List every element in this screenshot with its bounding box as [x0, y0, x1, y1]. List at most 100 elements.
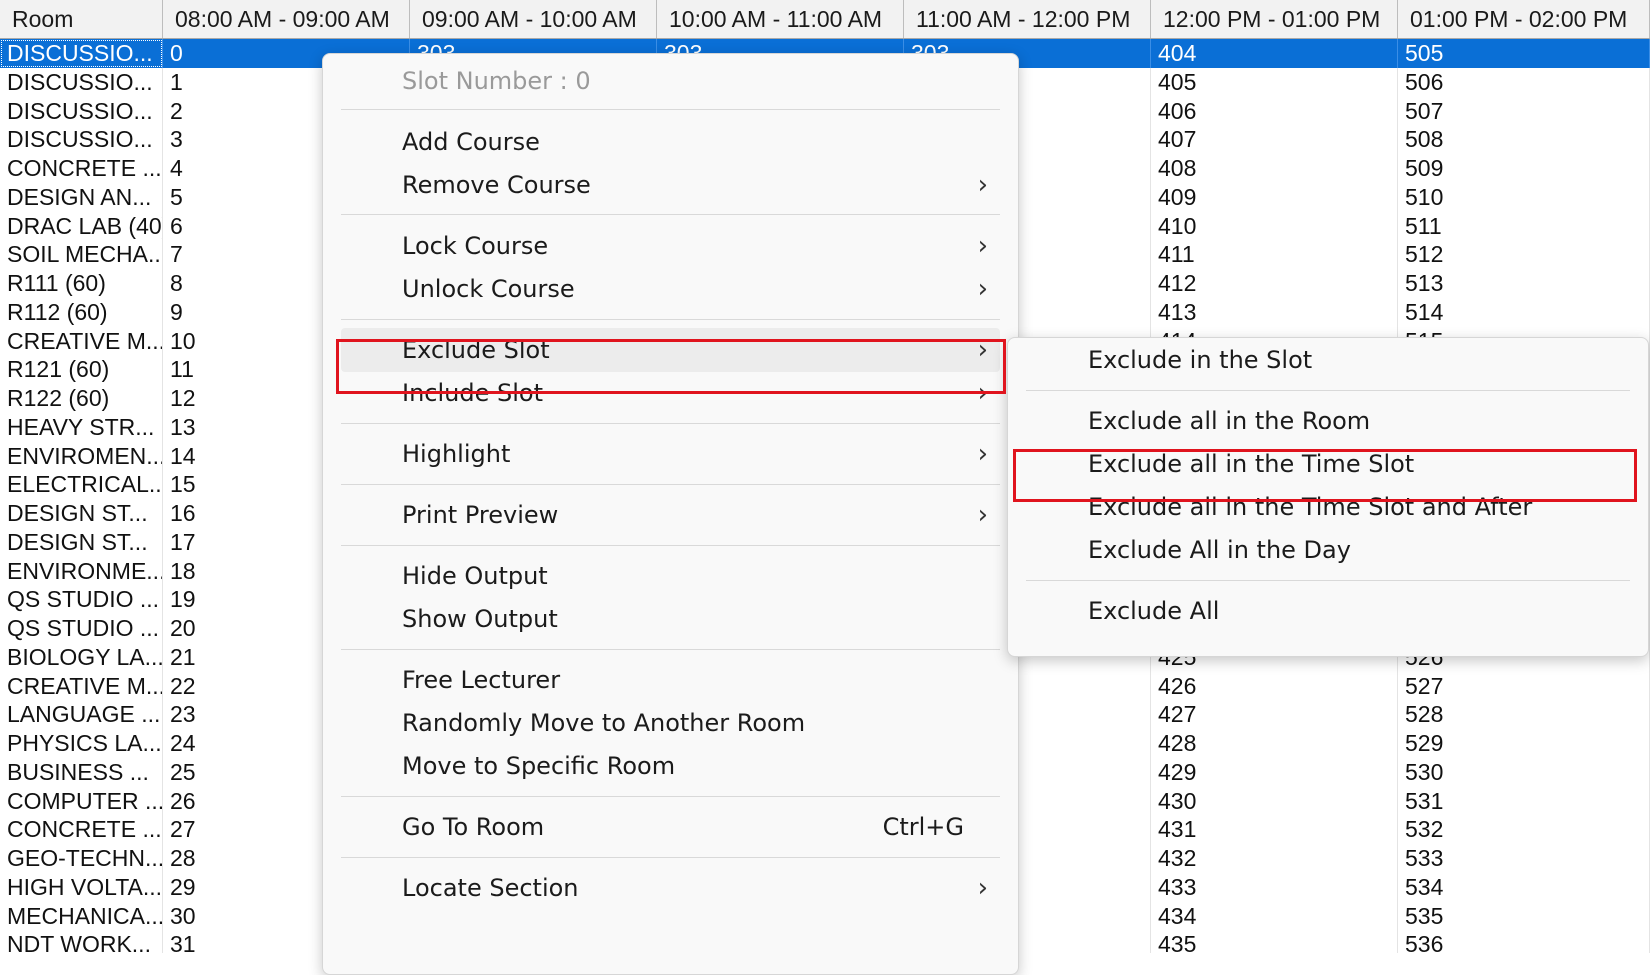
- slot-cell[interactable]: 528: [1398, 700, 1650, 729]
- slot-cell[interactable]: 513: [1398, 269, 1650, 298]
- header-slot-0800[interactable]: 08:00 AM - 09:00 AM: [163, 0, 410, 38]
- room-name-cell[interactable]: R122 (60): [0, 384, 163, 413]
- room-name-cell[interactable]: NDT WORK...: [0, 930, 163, 953]
- submenu-exclude-all-day[interactable]: Exclude All in the Day: [1008, 528, 1648, 572]
- room-name-cell[interactable]: PHYSICS LA...: [0, 729, 163, 758]
- slot-cell[interactable]: 434: [1151, 901, 1398, 931]
- slot-cell[interactable]: 535: [1398, 901, 1650, 931]
- room-name-cell[interactable]: DESIGN AN...: [0, 182, 163, 212]
- menu-move-specific-room[interactable]: Move to Specific Room: [323, 744, 1018, 788]
- slot-cell[interactable]: 426: [1151, 671, 1398, 701]
- header-slot-1300[interactable]: 01:00 PM - 02:00 PM: [1398, 0, 1650, 38]
- room-name-cell[interactable]: DISCUSSIO...: [0, 39, 163, 68]
- slot-cell[interactable]: 514: [1398, 297, 1650, 327]
- room-name-cell[interactable]: DISCUSSIO...: [0, 96, 163, 126]
- slot-cell[interactable]: 507: [1398, 96, 1650, 126]
- room-name-cell[interactable]: HIGH VOLTA...: [0, 872, 163, 902]
- room-name-cell[interactable]: SOIL MECHA...: [0, 240, 163, 269]
- header-slot-1000[interactable]: 10:00 AM - 11:00 AM: [657, 0, 904, 38]
- slot-cell[interactable]: 408: [1151, 154, 1398, 183]
- room-name-cell[interactable]: R111 (60): [0, 269, 163, 298]
- slot-cell[interactable]: 509: [1398, 154, 1650, 183]
- slot-cell[interactable]: 413: [1151, 297, 1398, 327]
- slot-cell[interactable]: 511: [1398, 211, 1650, 241]
- slot-cell[interactable]: 510: [1398, 182, 1650, 212]
- room-name-cell[interactable]: MECHANICA...: [0, 901, 163, 931]
- submenu-exclude-in-slot[interactable]: Exclude in the Slot: [1008, 338, 1648, 382]
- menu-random-move[interactable]: Randomly Move to Another Room: [323, 701, 1018, 745]
- menu-show-output[interactable]: Show Output: [323, 597, 1018, 641]
- slot-cell[interactable]: 411: [1151, 240, 1398, 269]
- slot-cell[interactable]: 427: [1151, 700, 1398, 729]
- slot-cell[interactable]: 531: [1398, 786, 1650, 816]
- slot-cell[interactable]: 530: [1398, 757, 1650, 787]
- submenu-exclude-all-room[interactable]: Exclude all in the Room: [1008, 399, 1648, 443]
- slot-cell[interactable]: 508: [1398, 125, 1650, 154]
- room-name-cell[interactable]: CREATIVE M...: [0, 326, 163, 356]
- slot-cell[interactable]: 433: [1151, 872, 1398, 902]
- slot-cell[interactable]: 412: [1151, 269, 1398, 298]
- slot-cell[interactable]: 429: [1151, 757, 1398, 787]
- menu-exclude-slot[interactable]: Exclude Slot ›: [341, 328, 1000, 372]
- room-name-cell[interactable]: DISCUSSIO...: [0, 125, 163, 154]
- room-name-cell[interactable]: LANGUAGE ...: [0, 700, 163, 729]
- slot-cell[interactable]: 409: [1151, 182, 1398, 212]
- slot-cell[interactable]: 405: [1151, 67, 1398, 97]
- slot-cell[interactable]: 533: [1398, 844, 1650, 873]
- submenu-exclude-all-time-slot-after[interactable]: Exclude all in the Time Slot and After: [1008, 485, 1648, 529]
- slot-cell[interactable]: 404: [1151, 39, 1398, 68]
- room-name-cell[interactable]: DISCUSSIO...: [0, 67, 163, 97]
- room-name-cell[interactable]: CREATIVE M...: [0, 671, 163, 701]
- menu-remove-course[interactable]: Remove Course ›: [323, 163, 1018, 207]
- slot-cell[interactable]: 432: [1151, 844, 1398, 873]
- room-name-cell[interactable]: R121 (60): [0, 355, 163, 384]
- slot-cell[interactable]: 430: [1151, 786, 1398, 816]
- room-name-cell[interactable]: QS STUDIO ...: [0, 614, 163, 643]
- room-name-cell[interactable]: CONCRETE ...: [0, 154, 163, 183]
- slot-cell[interactable]: 505: [1398, 39, 1650, 68]
- room-name-cell[interactable]: ENVIRONME...: [0, 556, 163, 586]
- header-slot-1200[interactable]: 12:00 PM - 01:00 PM: [1151, 0, 1398, 38]
- slot-cell[interactable]: 529: [1398, 729, 1650, 758]
- slot-cell[interactable]: 428: [1151, 729, 1398, 758]
- menu-unlock-course[interactable]: Unlock Course ›: [323, 267, 1018, 311]
- header-slot-0900[interactable]: 09:00 AM - 10:00 AM: [410, 0, 657, 38]
- menu-include-slot[interactable]: Include Slot ›: [323, 371, 1018, 415]
- room-name-cell[interactable]: DESIGN ST...: [0, 499, 163, 528]
- room-name-cell[interactable]: BIOLOGY LA...: [0, 642, 163, 672]
- menu-go-to-room[interactable]: Go To Room Ctrl+G: [323, 805, 1018, 849]
- room-name-cell[interactable]: COMPUTER ...: [0, 786, 163, 816]
- room-name-cell[interactable]: CONCRETE ...: [0, 815, 163, 844]
- menu-add-course[interactable]: Add Course: [323, 120, 1018, 164]
- room-name-cell[interactable]: DESIGN ST...: [0, 527, 163, 557]
- header-room[interactable]: Room: [0, 0, 163, 38]
- slot-cell[interactable]: 406: [1151, 96, 1398, 126]
- room-name-cell[interactable]: HEAVY STR...: [0, 412, 163, 442]
- menu-free-lecturer[interactable]: Free Lecturer: [323, 658, 1018, 702]
- slot-cell[interactable]: 512: [1398, 240, 1650, 269]
- slot-cell[interactable]: 410: [1151, 211, 1398, 241]
- slot-cell[interactable]: 407: [1151, 125, 1398, 154]
- header-slot-1100[interactable]: 11:00 AM - 12:00 PM: [904, 0, 1151, 38]
- room-name-cell[interactable]: BUSINESS ...: [0, 757, 163, 787]
- room-name-cell[interactable]: QS STUDIO ...: [0, 585, 163, 614]
- menu-print-preview[interactable]: Print Preview ›: [323, 493, 1018, 537]
- submenu-exclude-all-time-slot[interactable]: Exclude all in the Time Slot: [1008, 442, 1648, 486]
- room-name-cell[interactable]: ENVIROMEN...: [0, 441, 163, 471]
- submenu-exclude-all[interactable]: Exclude All: [1008, 589, 1648, 633]
- slot-cell[interactable]: 534: [1398, 872, 1650, 902]
- menu-locate-section[interactable]: Locate Section ›: [323, 866, 1018, 910]
- menu-hide-output[interactable]: Hide Output: [323, 554, 1018, 598]
- room-name-cell[interactable]: DRAC LAB (40): [0, 211, 163, 241]
- room-name-cell[interactable]: GEO-TECHN...: [0, 844, 163, 873]
- slot-cell[interactable]: 536: [1398, 930, 1650, 953]
- room-name-cell[interactable]: R112 (60): [0, 297, 163, 327]
- menu-lock-course[interactable]: Lock Course ›: [323, 224, 1018, 268]
- slot-cell[interactable]: 431: [1151, 815, 1398, 844]
- room-name-cell[interactable]: ELECTRICAL...: [0, 470, 163, 499]
- slot-cell[interactable]: 532: [1398, 815, 1650, 844]
- slot-cell[interactable]: 527: [1398, 671, 1650, 701]
- slot-cell[interactable]: 435: [1151, 930, 1398, 953]
- slot-cell[interactable]: 506: [1398, 67, 1650, 97]
- menu-highlight[interactable]: Highlight ›: [323, 432, 1018, 476]
